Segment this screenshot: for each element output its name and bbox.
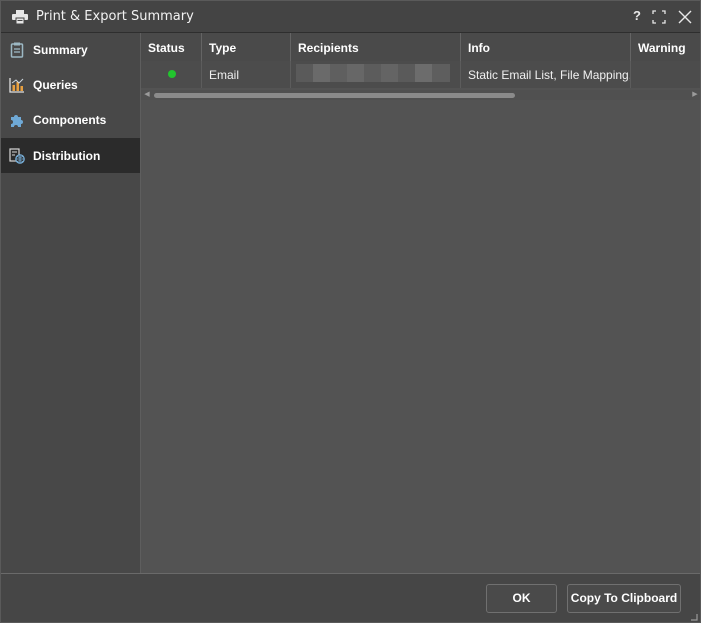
redaction-block: [330, 64, 347, 82]
sidebar-item-components[interactable]: Components: [1, 103, 140, 138]
status-indicator-icon: [168, 70, 176, 78]
sidebar-item-summary[interactable]: Summary: [1, 33, 140, 68]
redaction-block: [364, 64, 381, 82]
help-button[interactable]: ?: [629, 8, 645, 24]
table-row[interactable]: Email Static Email List, File Mapping,: [141, 61, 700, 88]
status-cell: [141, 61, 202, 88]
column-header-type[interactable]: Type: [202, 33, 291, 61]
copy-to-clipboard-button[interactable]: Copy To Clipboard: [567, 584, 681, 613]
column-header-warning[interactable]: Warning: [631, 33, 700, 61]
sidebar-item-queries[interactable]: Queries: [1, 68, 140, 103]
printer-icon: [12, 10, 28, 24]
dialog-footer: OK Copy To Clipboard: [1, 573, 700, 622]
grid-header: Status Type Recipients Info Warning: [141, 33, 700, 61]
column-header-recipients[interactable]: Recipients: [291, 33, 461, 61]
warning-cell: [631, 61, 700, 88]
column-header-status[interactable]: Status: [141, 33, 202, 61]
scrollbar-thumb[interactable]: [154, 93, 515, 98]
sidebar-item-label: Summary: [33, 43, 88, 57]
redaction-block: [296, 64, 313, 82]
sidebar-nav: Summary Queries Components Distribution: [1, 33, 141, 573]
distribution-grid: Status Type Recipients Info Warning Emai…: [141, 33, 700, 573]
recipients-cell: [291, 61, 461, 88]
title-bar[interactable]: Print & Export Summary ?: [1, 1, 700, 33]
dialog-title: Print & Export Summary: [36, 9, 194, 24]
close-icon[interactable]: [677, 9, 693, 25]
horizontal-scrollbar[interactable]: ◀ ▶: [141, 90, 700, 100]
resize-grip-icon[interactable]: [690, 613, 698, 621]
redaction-block: [313, 64, 330, 82]
maximize-icon[interactable]: [651, 9, 667, 25]
bar-chart-icon: [9, 78, 24, 93]
sidebar-item-label: Queries: [33, 78, 78, 92]
column-header-info[interactable]: Info: [461, 33, 631, 61]
distribution-icon: [9, 148, 25, 164]
redaction-block: [398, 64, 415, 82]
scroll-right-icon[interactable]: ▶: [691, 91, 699, 99]
sidebar-item-label: Distribution: [33, 149, 101, 163]
ok-button[interactable]: OK: [486, 584, 557, 613]
clipboard-icon: [10, 42, 24, 58]
scroll-left-icon[interactable]: ◀: [143, 91, 151, 99]
redaction-block: [415, 64, 432, 82]
type-cell: Email: [202, 61, 291, 88]
redaction-block: [347, 64, 364, 82]
puzzle-icon: [11, 115, 23, 127]
print-export-summary-dialog: Print & Export Summary ? Summary Queries…: [0, 0, 701, 623]
info-cell: Static Email List, File Mapping,: [461, 61, 631, 88]
redaction-block: [432, 64, 450, 82]
sidebar-item-label: Components: [33, 113, 107, 127]
redaction-block: [381, 64, 398, 82]
sidebar-item-distribution[interactable]: Distribution: [1, 138, 140, 173]
